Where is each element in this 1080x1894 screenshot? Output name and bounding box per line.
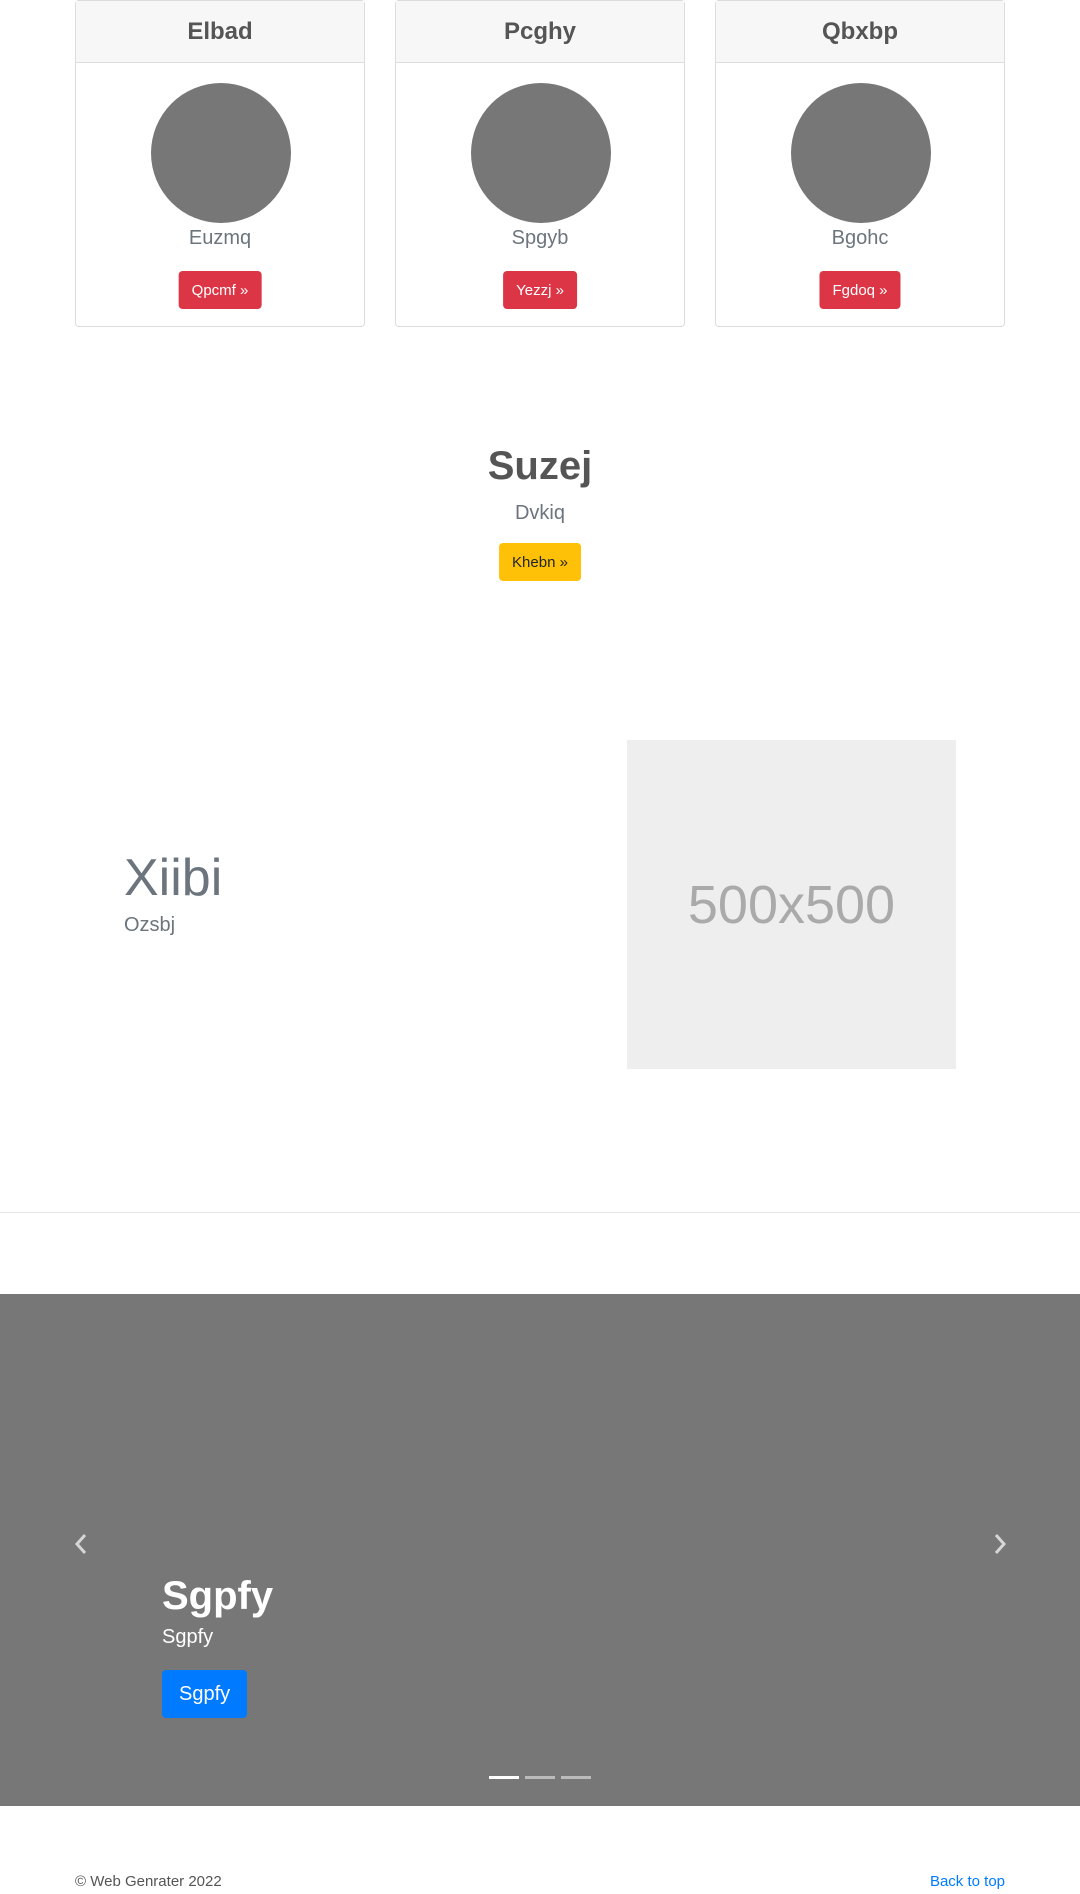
feature-subtitle: Ozsbj — [124, 914, 176, 936]
section-subtitle: Dvkiq — [514, 502, 565, 524]
carousel-indicator[interactable] — [489, 1776, 519, 1779]
placeholder-image: 500x500 — [627, 740, 956, 1069]
card-action-button[interactable]: Yezzj » — [503, 271, 577, 309]
chevron-right-icon — [994, 1534, 1007, 1554]
feature-title: Xiibi — [124, 849, 223, 907]
card-action-button[interactable]: Fgdoq » — [819, 271, 901, 309]
card-subtitle: Spgyb — [511, 227, 569, 249]
card: Pcghy Spgyb Yezzj » — [395, 0, 685, 327]
card-action-button[interactable]: Qpcmf » — [178, 271, 262, 309]
carousel-prev-button[interactable] — [69, 1532, 93, 1556]
carousel: Sgpfy Sgpfy Sgpfy — [0, 1294, 1080, 1806]
card-header: Pcghy — [396, 1, 684, 63]
center-heading-section: Suzej Dvkiq — [0, 438, 1080, 525]
carousel-caption-title: Sgpfy — [162, 1574, 274, 1618]
carousel-caption-button[interactable]: Sgpfy — [162, 1670, 248, 1718]
divider — [0, 1212, 1080, 1213]
placeholder-label: 500x500 — [687, 874, 896, 935]
carousel-next-button[interactable] — [988, 1532, 1012, 1556]
carousel-indicator[interactable] — [525, 1776, 555, 1779]
card-subtitle: Euzmq — [188, 227, 252, 249]
avatar — [151, 83, 291, 223]
card: Elbad Euzmq Qpcmf » — [75, 0, 365, 327]
carousel-indicator[interactable] — [561, 1776, 591, 1779]
avatar — [471, 83, 611, 223]
section-title: Suzej — [487, 444, 593, 488]
back-to-top-link[interactable]: Back to top — [930, 1873, 1005, 1890]
avatar — [791, 83, 931, 223]
carousel-indicators — [489, 1776, 591, 1779]
card-header: Elbad — [76, 1, 364, 63]
card: Qbxbp Bgohc Fgdoq » — [715, 0, 1005, 327]
chevron-left-icon — [74, 1534, 87, 1554]
card-header: Qbxbp — [716, 1, 1004, 63]
section-action-button[interactable]: Khebn » — [499, 543, 581, 581]
card-row: Elbad Euzmq Qpcmf » Pcghy Spgyb Yezzj » … — [75, 0, 1005, 327]
card-subtitle: Bgohc — [831, 227, 889, 249]
carousel-caption-subtitle: Sgpfy — [162, 1626, 214, 1648]
footer-copyright: © Web Genrater 2022 — [75, 1873, 222, 1890]
